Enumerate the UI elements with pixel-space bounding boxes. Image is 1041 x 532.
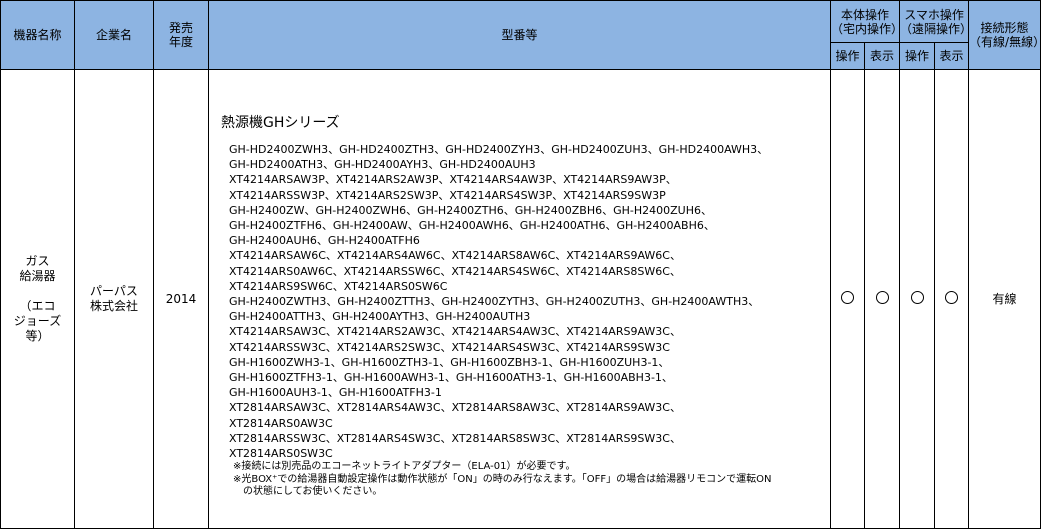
model-line: GH-H2400ZTFH6、GH-H2400AW、GH-H2400AWH6、GH… [229,219,715,233]
model-line: XT2814ARSSW3C、XT2814ARS4SW3C、XT2814ARS8S… [229,431,681,445]
model-line: GH-H2400ZWTH3、GH-H2400ZTTH3、GH-H2400ZYTH… [229,295,760,309]
body-operate-cell [830,69,865,529]
circle-outline-icon [875,290,889,304]
device-name-cell: ガス 給湯器 （エコ ジョーズ 等） [0,69,75,529]
phone-display-cell [934,69,970,529]
model-line: GH-H1600ZTFH3-1、GH-H1600AWH3-1、GH-H1600A… [229,371,673,385]
subheader-body-operate: 操作 [830,42,865,70]
spec-table-frame: 機器名称 企業名 発売 年度 型番等 本体操作 （宅内操作） スマホ操作 （遠隔… [0,0,1041,531]
company-cell: パーパス 株式会社 [74,69,154,529]
model-line: GH-H1600AUH3-1、GH-H1600ATFH3-1 [229,386,442,400]
model-line: XT4214ARSAW3P、XT4214ARS2AW3P、XT4214ARS4A… [229,173,677,187]
circle-outline-icon [910,290,924,304]
model-line: XT2814ARSAW3C、XT2814ARS4AW3C、XT2814ARS8A… [229,401,681,415]
model-line: XT4214ARS0AW6C、XT4214ARSSW6C、XT4214ARS4S… [229,264,681,278]
header-phone-operation: スマホ操作 （遠隔操作） [899,0,972,43]
model-list: GH-HD2400ZWH3、GH-HD2400ZTH3、GH-HD2400ZYH… [229,142,830,461]
model-line: XT4214ARSAW3C、XT4214ARS2AW3C、XT4214ARS4A… [229,325,681,339]
connection-cell: 有線 [968,69,1041,529]
model-line: XT4214ARSSW3C、XT4214ARS2SW3C、XT4214ARS4S… [229,340,670,354]
phone-operate-cell [899,69,936,529]
header-model: 型番等 [208,0,831,70]
header-row: 機器名称 企業名 発売 年度 型番等 本体操作 （宅内操作） スマホ操作 （遠隔… [0,0,1041,70]
notes: ※接続には別売品のエコーネットライトアダプター（ELA-01）が必要です。 ※光… [233,461,830,499]
model-line: XT2814ARS0AW3C [229,416,333,430]
header-body-operation: 本体操作 （宅内操作） [829,0,903,43]
model-line: GH-H1600ZWH3-1、GH-H1600ZTH3-1、GH-H1600ZB… [229,355,670,369]
header-company: 企業名 [74,0,154,70]
model-line: XT2814ARS0SW3C [229,447,333,461]
model-line: XT4214ARSAW6C、XT4214ARS4AW6C、XT4214ARS8A… [229,249,681,263]
model-line: GH-HD2400ZWH3、GH-HD2400ZTH3、GH-HD2400ZYH… [229,143,769,156]
note-auto-setting: ※光BOX⁺での給湯器自動設定操作は動作状態が「ON」の時のみ行なえます。「OF… [233,473,772,498]
table-row: ガス 給湯器 （エコ ジョーズ 等） パーパス 株式会社 2014 熱源機GHシ… [0,69,1041,529]
year-cell: 2014 [153,69,209,529]
model-line: GH-HD2400ATH3、GH-HD2400AYH3、GH-HD2400AUH… [229,158,536,172]
header-connection: 接続形態 （有線/無線） [968,0,1041,70]
subheader-phone-display: 表示 [934,42,970,70]
circle-outline-icon [945,290,959,304]
circle-outline-icon [841,290,854,304]
note-adapter: ※接続には別売品のエコーネットライトアダプター（ELA-01）が必要です。 [233,461,576,473]
model-cell: 熱源機GHシリーズ GH-HD2400ZWH3、GH-HD2400ZTH3、GH… [208,69,831,529]
model-line: GH-H2400AUH6、GH-H2400ATFH6 [229,234,420,248]
header-device-name: 機器名称 [0,0,75,70]
model-line: GH-H2400ATTH3、GH-H2400AYTH3、GH-H2400AUTH… [229,310,531,324]
series-title: 熱源機GHシリーズ [221,115,340,131]
body-display-cell [863,69,901,529]
model-line: GH-H2400ZW、GH-H2400ZWH6、GH-H2400ZTH6、GH-… [229,203,712,217]
model-line: XT4214ARS9SW6C、XT4214ARS0SW6C [229,279,448,293]
header-release-year: 発売 年度 [153,0,209,70]
subheader-body-display: 表示 [863,42,901,70]
spec-table: 機器名称 企業名 発売 年度 型番等 本体操作 （宅内操作） スマホ操作 （遠隔… [0,0,1041,529]
model-line: XT4214ARSSW3P、XT4214ARS2SW3P、XT4214ARS4S… [229,188,666,202]
subheader-phone-operate: 操作 [899,42,936,70]
